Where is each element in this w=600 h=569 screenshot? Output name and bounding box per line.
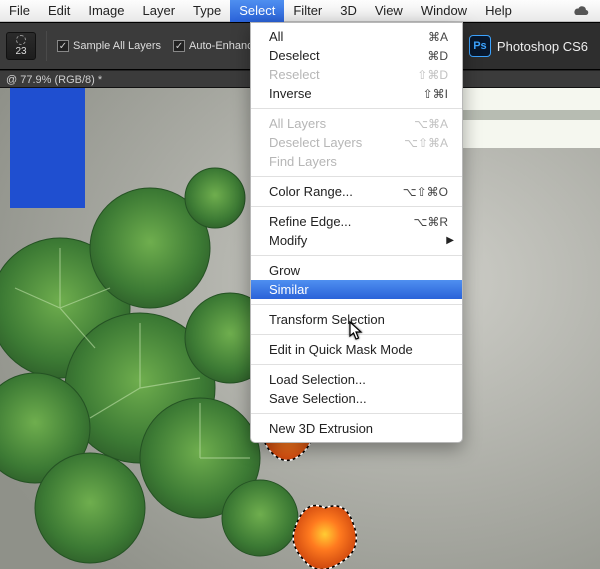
menu-item-reselect: Reselect⇧⌘D: [251, 65, 462, 84]
menu-item-label: Similar: [269, 282, 448, 297]
menu-item-shortcut: ⌥⌘R: [392, 215, 448, 229]
menu-item-label: Inverse: [269, 86, 392, 101]
menu-item-deselect-layers: Deselect Layers⌥⇧⌘A: [251, 133, 462, 152]
menu-item-shortcut: ⌥⇧⌘O: [392, 185, 448, 199]
menu-item-label: Reselect: [269, 67, 392, 82]
sample-all-layers-label: Sample All Layers: [73, 40, 161, 52]
menu-item-find-layers: Find Layers: [251, 152, 462, 171]
menu-item-color-range[interactable]: Color Range...⌥⇧⌘O: [251, 182, 462, 201]
menu-item-shortcut: ⌘D: [392, 49, 448, 63]
sample-all-layers-checkbox[interactable]: ✓ Sample All Layers: [57, 40, 161, 52]
menu-item-label: Deselect: [269, 48, 392, 63]
auto-enhance-checkbox[interactable]: ✓ Auto-Enhance: [173, 40, 259, 52]
menu-item-refine-edge[interactable]: Refine Edge...⌥⌘R: [251, 212, 462, 231]
menu-item-all-layers: All Layers⌥⌘A: [251, 114, 462, 133]
tool-size-value: 23: [15, 46, 26, 57]
menu-item-label: Load Selection...: [269, 372, 448, 387]
auto-enhance-label: Auto-Enhance: [189, 40, 259, 52]
menu-filter[interactable]: Filter: [284, 0, 331, 22]
menu-3d[interactable]: 3D: [331, 0, 366, 22]
app-name: Photoshop CS6: [497, 39, 588, 54]
menu-layer[interactable]: Layer: [134, 0, 185, 22]
menu-item-grow[interactable]: Grow: [251, 261, 462, 280]
menu-item-label: Transform Selection: [269, 312, 448, 327]
menu-item-label: All: [269, 29, 392, 44]
menu-select[interactable]: Select: [230, 0, 284, 22]
menu-item-all[interactable]: All⌘A: [251, 27, 462, 46]
menu-item-label: Refine Edge...: [269, 214, 392, 229]
menu-item-shortcut: ⌘A: [392, 30, 448, 44]
menu-item-inverse[interactable]: Inverse⇧⌘I: [251, 84, 462, 103]
menu-type[interactable]: Type: [184, 0, 230, 22]
menu-item-edit-in-quick-mask-mode[interactable]: Edit in Quick Mask Mode: [251, 340, 462, 359]
menu-item-label: Save Selection...: [269, 391, 448, 406]
menu-item-shortcut: ⇧⌘I: [392, 87, 448, 101]
menu-item-shortcut: ⇧⌘D: [392, 68, 448, 82]
menu-item-modify[interactable]: Modify▶: [251, 231, 462, 250]
submenu-arrow-icon: ▶: [446, 235, 454, 246]
menu-item-label: All Layers: [269, 116, 392, 131]
menu-item-new-3d-extrusion[interactable]: New 3D Extrusion: [251, 419, 462, 438]
menu-item-label: Edit in Quick Mask Mode: [269, 342, 448, 357]
menubar: FileEditImageLayerTypeSelectFilter3DView…: [0, 0, 600, 22]
tool-preset-picker[interactable]: 23: [6, 32, 36, 60]
cloud-sync-icon[interactable]: [562, 4, 600, 18]
photoshop-icon: Ps: [469, 35, 491, 57]
document-tab-label: @ 77.9% (RGB/8) *: [6, 74, 102, 86]
menu-item-label: Deselect Layers: [269, 135, 392, 150]
app-badge: Ps Photoshop CS6: [457, 23, 600, 69]
menu-item-save-selection[interactable]: Save Selection...: [251, 389, 462, 408]
menu-item-label: Modify: [269, 233, 448, 248]
menu-item-label: New 3D Extrusion: [269, 421, 448, 436]
menu-item-transform-selection[interactable]: Transform Selection: [251, 310, 462, 329]
menu-item-load-selection[interactable]: Load Selection...: [251, 370, 462, 389]
menu-item-label: Grow: [269, 263, 448, 278]
menu-window[interactable]: Window: [412, 0, 476, 22]
menu-item-deselect[interactable]: Deselect⌘D: [251, 46, 462, 65]
menu-item-shortcut: ⌥⇧⌘A: [392, 136, 448, 150]
menu-item-similar[interactable]: Similar: [251, 280, 462, 299]
menu-edit[interactable]: Edit: [39, 0, 79, 22]
select-menu: All⌘ADeselect⌘DReselect⇧⌘DInverse⇧⌘IAll …: [250, 22, 463, 443]
menu-view[interactable]: View: [366, 0, 412, 22]
menu-help[interactable]: Help: [476, 0, 521, 22]
menu-image[interactable]: Image: [79, 0, 133, 22]
menu-item-label: Find Layers: [269, 154, 448, 169]
menu-file[interactable]: File: [0, 0, 39, 22]
menu-item-shortcut: ⌥⌘A: [392, 117, 448, 131]
menu-item-label: Color Range...: [269, 184, 392, 199]
